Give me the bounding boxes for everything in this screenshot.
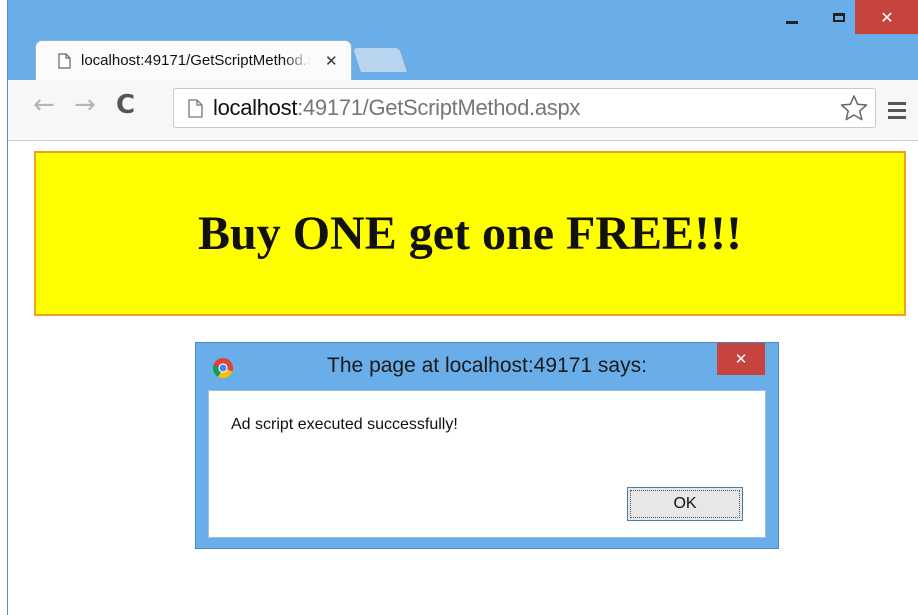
dialog-title: The page at localhost:49171 says:: [327, 354, 647, 377]
dialog-close-button[interactable]: ✕: [717, 343, 765, 375]
minimize-button[interactable]: [768, 0, 816, 34]
tab-title: localhost:49171/GetScriptMethod.aspx: [81, 52, 311, 69]
window-close-button[interactable]: ✕: [855, 0, 918, 34]
back-button[interactable]: ←: [33, 90, 55, 120]
browser-toolbar: ← → C localhost:49171/GetScriptMethod.as…: [8, 80, 918, 141]
new-tab-button[interactable]: [351, 47, 409, 73]
forward-button[interactable]: →: [74, 90, 96, 120]
url-text: localhost:49171/GetScriptMethod.aspx: [213, 95, 580, 121]
maximize-icon: [833, 12, 845, 22]
url-host: localhost: [213, 95, 298, 120]
url-path: :49171/GetScriptMethod.aspx: [297, 95, 581, 120]
close-icon: ✕: [880, 7, 894, 27]
page-icon: [188, 98, 203, 118]
ok-button[interactable]: OK: [627, 487, 743, 521]
ad-banner: Buy ONE get one FREE!!!: [34, 151, 906, 316]
reload-button[interactable]: C: [116, 90, 135, 120]
address-bar[interactable]: localhost:49171/GetScriptMethod.aspx: [173, 88, 876, 128]
browser-tab[interactable]: localhost:49171/GetScriptMethod.aspx ✕: [35, 40, 352, 80]
banner-text: Buy ONE get one FREE!!!: [198, 207, 742, 260]
star-icon[interactable]: [839, 93, 869, 123]
minimize-icon: [786, 20, 798, 24]
alert-dialog: The page at localhost:49171 says: ✕ Ad s…: [195, 342, 779, 549]
dialog-body: Ad script executed successfully! OK: [208, 390, 766, 538]
browser-window: ✕ localhost:49171/GetScriptMethod.aspx ✕…: [7, 0, 918, 615]
document-icon: [58, 52, 71, 69]
page-content: Buy ONE get one FREE!!! The page at loca…: [8, 141, 918, 615]
dialog-message: Ad script executed successfully!: [231, 416, 458, 433]
hamburger-menu-icon[interactable]: [888, 102, 906, 123]
tab-close-button[interactable]: ✕: [325, 52, 338, 70]
